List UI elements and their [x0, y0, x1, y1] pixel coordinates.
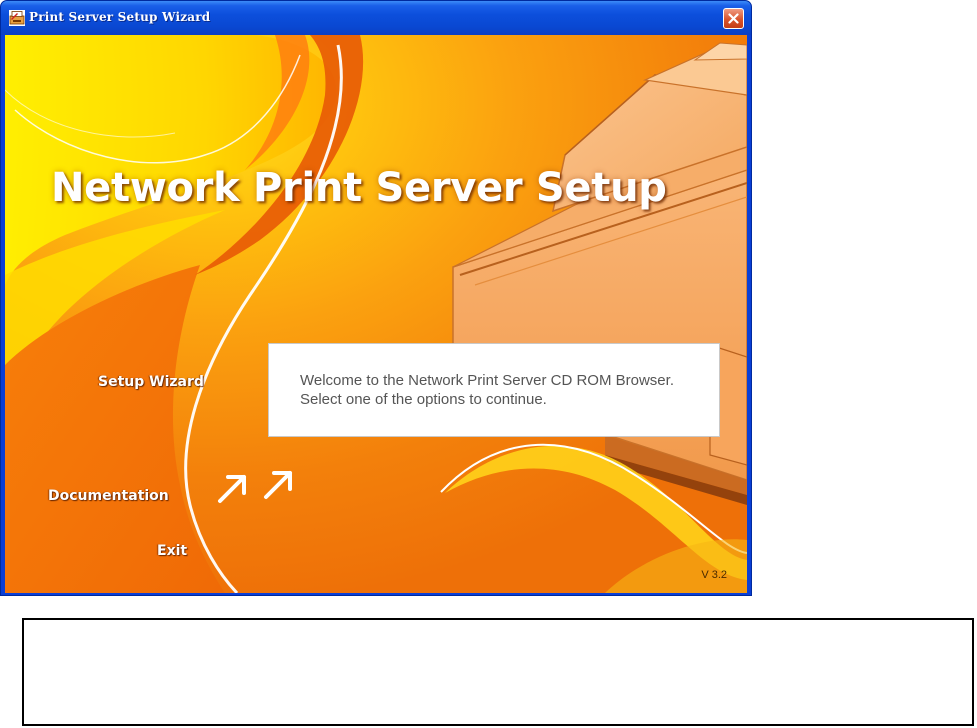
title-bar[interactable]: Print Server Setup Wizard [1, 1, 751, 35]
close-icon [728, 13, 739, 24]
close-button[interactable] [723, 8, 744, 29]
empty-bordered-box [22, 618, 974, 726]
exit-link[interactable]: Exit [157, 543, 187, 559]
background-artwork [5, 35, 747, 593]
welcome-message-box: Welcome to the Network Print Server CD R… [268, 343, 720, 437]
double-arrow-icon [218, 471, 292, 503]
wizard-content-area: Network Print Server Setup Setup Wizard … [5, 35, 747, 593]
page: Print Server Setup Wizard Network Print … [0, 0, 977, 728]
setup-wizard-window: Print Server Setup Wizard Network Print … [0, 0, 752, 596]
setup-wizard-link[interactable]: Setup Wizard [98, 374, 204, 390]
documentation-link[interactable]: Documentation [48, 488, 169, 504]
welcome-message: Welcome to the Network Print Server CD R… [300, 372, 674, 408]
window-title: Print Server Setup Wizard [29, 10, 211, 24]
printer-app-icon [9, 10, 25, 26]
headline: Network Print Server Setup [51, 165, 667, 211]
version-label: V 3.2 [701, 569, 727, 581]
